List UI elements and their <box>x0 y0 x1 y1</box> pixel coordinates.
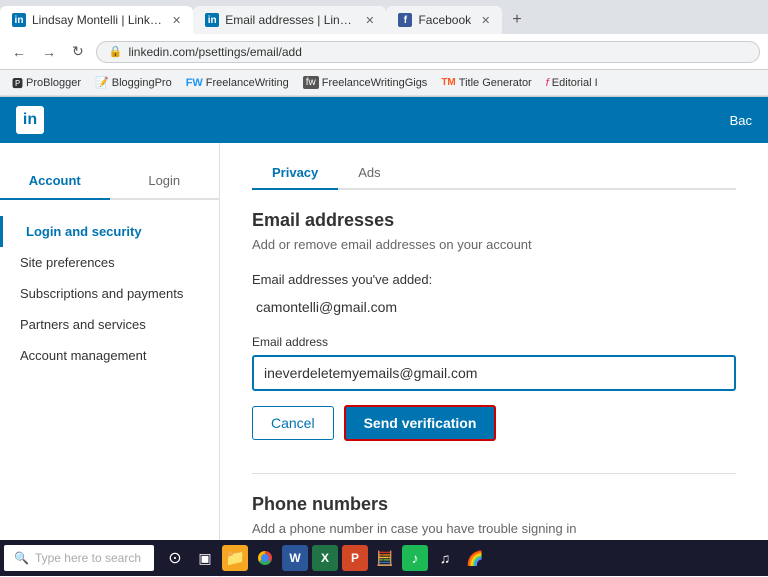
taskbar-icons: ⊙ ▣ 📁 W X P 🧮 ♪ ♫ 🌈 <box>162 545 488 571</box>
tab3-favicon: f <box>398 13 412 27</box>
emails-added-label: Email addresses you've added: <box>252 272 736 287</box>
bookmark-freelancewritinggigs[interactable]: fw FreelanceWritingGigs <box>299 75 432 90</box>
content-area: Privacy Ads Email addresses Add or remov… <box>220 143 768 577</box>
tab1-close[interactable]: ✕ <box>172 14 181 27</box>
taskbar-search-box[interactable]: 🔍 Type here to search <box>4 545 154 571</box>
sidebar: Account Login Login and security Site pr… <box>0 143 220 577</box>
taskbar-search-text: Type here to search <box>35 551 141 565</box>
sidebar-item-subscriptions[interactable]: Subscriptions and payments <box>0 278 219 309</box>
tab2-close[interactable]: ✕ <box>365 14 374 27</box>
main-content: Account Login Login and security Site pr… <box>0 143 768 577</box>
tab-bar: in Lindsay Montelli | LinkedIn ✕ in Emai… <box>0 0 768 34</box>
sidebar-item-account-management[interactable]: Account management <box>0 340 219 371</box>
taskbar-search-icon: 🔍 <box>14 551 29 565</box>
taskbar-excel-icon[interactable]: X <box>312 545 338 571</box>
phone-section-subtitle: Add a phone number in case you have trou… <box>252 521 736 536</box>
taskbar-task-view-icon[interactable]: ▣ <box>192 545 218 571</box>
back-button[interactable]: ← <box>8 42 30 62</box>
email-input-wrapper <box>252 355 736 391</box>
lock-icon: 🔒 <box>109 45 123 58</box>
url-input[interactable]: 🔒 linkedin.com/psettings/email/add <box>96 41 760 63</box>
top-nav-tabs: Account Login <box>0 163 219 200</box>
bloggingpro-icon: 📝 <box>95 76 109 89</box>
taskbar-calculator-icon[interactable]: 🧮 <box>372 545 398 571</box>
bookmarks-bar: 🅿 ProBlogger 📝 BloggingPro FW FreelanceW… <box>0 70 768 96</box>
tab2-title: Email addresses | LinkedIn <box>225 13 355 27</box>
taskbar-folder-icon[interactable]: 📁 <box>222 545 248 571</box>
taskbar-cortana-icon[interactable]: ⊙ <box>162 545 188 571</box>
email-section: Email addresses Add or remove email addr… <box>252 210 736 536</box>
email-section-subtitle: Add or remove email addresses on your ac… <box>252 237 736 252</box>
browser-tab-2[interactable]: in Email addresses | LinkedIn ✕ <box>193 6 386 34</box>
taskbar-chrome-icon[interactable] <box>252 545 278 571</box>
taskbar-music-icon[interactable]: ♫ <box>432 545 458 571</box>
cancel-button[interactable]: Cancel <box>252 406 334 440</box>
tab-account[interactable]: Account <box>0 163 110 200</box>
action-buttons: Cancel Send verification <box>252 405 736 441</box>
editorial-icon: f <box>546 77 549 89</box>
bookmark-editorial[interactable]: f Editorial I <box>542 76 602 90</box>
bookmark-problogger[interactable]: 🅿 ProBlogger <box>8 74 85 92</box>
problogger-icon: 🅿 <box>12 75 23 91</box>
tab2-favicon: in <box>205 13 219 27</box>
forward-button[interactable]: → <box>38 42 60 62</box>
linkedin-logo[interactable]: in <box>16 106 44 134</box>
bookmark-freelancewriting[interactable]: FW FreelanceWriting <box>182 76 293 90</box>
address-bar: ← → ↻ 🔒 linkedin.com/psettings/email/add <box>0 34 768 70</box>
sidebar-item-login-security[interactable]: Login and security <box>0 216 219 247</box>
phone-section-title: Phone numbers <box>252 494 736 515</box>
bookmark-titlegenerator[interactable]: TM Title Generator <box>437 76 535 90</box>
linkedin-back-label: Bac <box>730 113 752 128</box>
tab3-title: Facebook <box>418 13 471 27</box>
section-divider <box>252 473 736 474</box>
tab-login[interactable]: Login <box>110 163 220 198</box>
browser-tab-1[interactable]: in Lindsay Montelli | LinkedIn ✕ <box>0 6 193 34</box>
bookmark-bloggingpro[interactable]: 📝 BloggingPro <box>91 75 176 90</box>
tab3-close[interactable]: ✕ <box>481 14 490 27</box>
taskbar: 🔍 Type here to search ⊙ ▣ 📁 W X P 🧮 ♪ ♫ … <box>0 540 768 576</box>
content-tab-privacy[interactable]: Privacy <box>252 157 338 190</box>
taskbar-color-icon[interactable]: 🌈 <box>462 545 488 571</box>
taskbar-spotify-icon[interactable]: ♪ <box>402 545 428 571</box>
email-section-title: Email addresses <box>252 210 736 231</box>
sidebar-item-partners[interactable]: Partners and services <box>0 309 219 340</box>
reload-button[interactable]: ↻ <box>68 41 88 62</box>
sidebar-item-site-preferences[interactable]: Site preferences <box>0 247 219 278</box>
taskbar-word-icon[interactable]: W <box>282 545 308 571</box>
tg-icon: TM <box>441 77 455 88</box>
browser-tab-3[interactable]: f Facebook ✕ <box>386 6 502 34</box>
send-verification-button[interactable]: Send verification <box>344 405 497 441</box>
browser-chrome: in Lindsay Montelli | LinkedIn ✕ in Emai… <box>0 0 768 97</box>
linkedin-header: in Bac <box>0 97 768 143</box>
chrome-favicon <box>258 551 272 565</box>
content-tab-ads[interactable]: Ads <box>338 157 400 188</box>
email-form-label: Email address <box>252 335 736 349</box>
fw-icon: FW <box>186 77 203 89</box>
fwg-icon: fw <box>303 76 319 89</box>
tab1-title: Lindsay Montelli | LinkedIn <box>32 13 162 27</box>
existing-email: camontelli@gmail.com <box>252 299 736 315</box>
taskbar-powerpoint-icon[interactable]: P <box>342 545 368 571</box>
url-text: linkedin.com/psettings/email/add <box>128 45 301 59</box>
new-tab-button[interactable]: + <box>502 6 531 34</box>
email-input[interactable] <box>252 355 736 391</box>
tab1-favicon: in <box>12 13 26 27</box>
content-tabs: Privacy Ads <box>252 157 736 190</box>
